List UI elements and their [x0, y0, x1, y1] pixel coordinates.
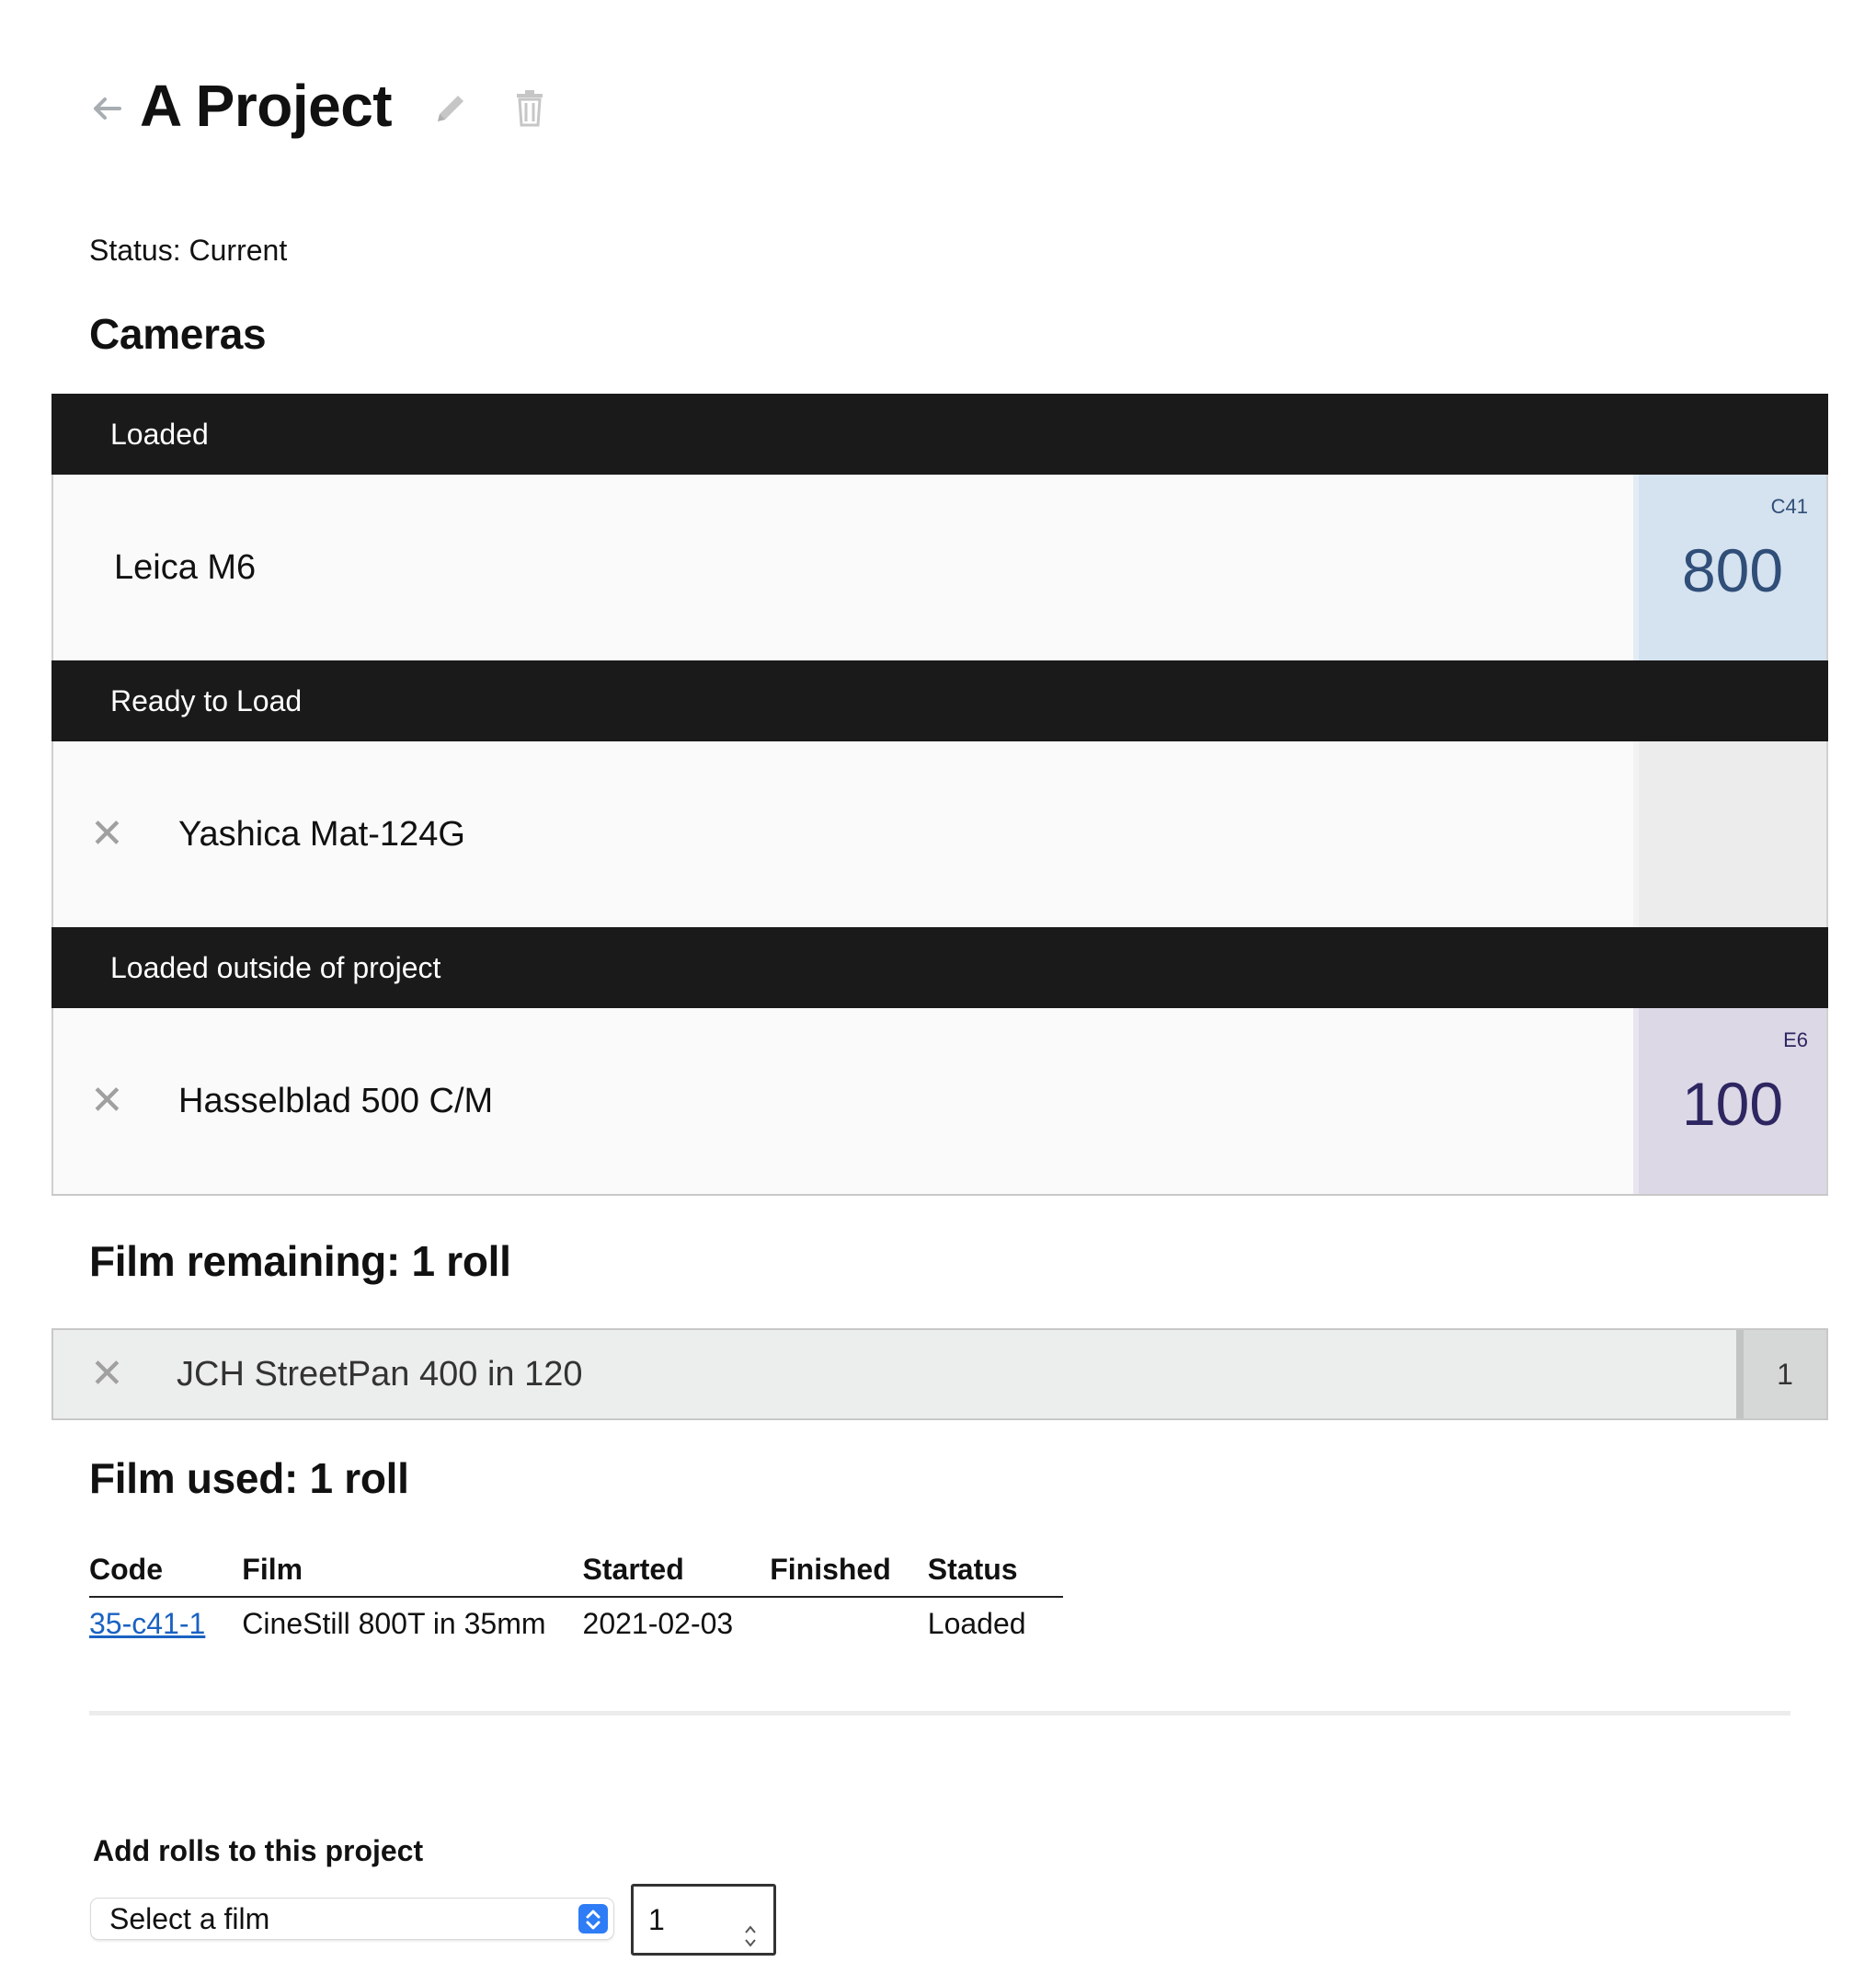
cameras-heading: Cameras — [89, 310, 267, 358]
remove-camera-icon[interactable]: ✕ — [90, 1008, 124, 1194]
camera-name: Hasselblad 500 C/M — [178, 1082, 494, 1120]
column-header-film: Film — [242, 1547, 583, 1598]
section-divider — [89, 1711, 1790, 1715]
remove-film-icon[interactable]: ✕ — [90, 1330, 124, 1418]
add-rolls-label: Add rolls to this project — [93, 1834, 424, 1867]
film-used-table: Code Film Started Finished Status 35-c41… — [89, 1547, 1063, 1641]
film-remaining-heading: Film remaining: 1 roll — [89, 1237, 511, 1285]
film-count-badge: 1 — [1736, 1330, 1826, 1418]
column-header-status: Status — [927, 1547, 1063, 1598]
select-chevron-icon — [578, 1904, 608, 1933]
cell-finished — [770, 1597, 928, 1641]
group-header-loaded: Loaded — [51, 394, 1828, 475]
camera-row-yashica[interactable]: ✕ Yashica Mat-124G — [51, 741, 1828, 927]
roll-code-link[interactable]: 35-c41-1 — [89, 1607, 205, 1640]
empty-film-slot — [1633, 741, 1826, 927]
quantity-stepper[interactable]: 1 — [631, 1884, 776, 1956]
quantity-value: 1 — [648, 1903, 665, 1936]
camera-row-leica-m6[interactable]: Leica M6 C41 800 — [51, 475, 1828, 660]
column-header-finished: Finished — [770, 1547, 928, 1598]
column-header-code: Code — [89, 1547, 243, 1598]
group-header-ready-to-load: Ready to Load — [51, 660, 1828, 741]
camera-name: Yashica Mat-124G — [178, 815, 465, 854]
loaded-film-badge: E6 100 — [1633, 1008, 1826, 1194]
project-status: Status: Current — [89, 234, 288, 267]
film-used-heading: Film used: 1 roll — [89, 1454, 409, 1502]
remove-camera-icon[interactable]: ✕ — [90, 741, 124, 927]
cell-started: 2021-02-03 — [582, 1607, 734, 1640]
film-process-label: C41 — [1770, 495, 1808, 518]
film-iso-value: 100 — [1681, 1070, 1784, 1138]
pencil-icon[interactable] — [430, 88, 471, 129]
cell-code: 35-c41-1 — [89, 1597, 242, 1641]
group-header-loaded-outside: Loaded outside of project — [51, 927, 1828, 1008]
cell-status: Loaded — [927, 1607, 1026, 1640]
table-row: 35-c41-1 CineStill 800T in 35mm 2021-02-… — [89, 1597, 1063, 1641]
cell-film: CineStill 800T in 35mm — [242, 1607, 546, 1640]
camera-list-bottom-border — [51, 1194, 1828, 1196]
film-select-value: Select a film — [109, 1902, 270, 1935]
film-remaining-row[interactable]: ✕ JCH StreetPan 400 in 120 1 — [51, 1328, 1828, 1420]
column-header-started: Started — [582, 1547, 771, 1598]
back-arrow-icon[interactable] — [88, 90, 125, 127]
film-iso-value: 800 — [1681, 536, 1784, 604]
camera-row-hasselblad[interactable]: ✕ Hasselblad 500 C/M E6 100 — [51, 1008, 1828, 1194]
loaded-film-badge: C41 800 — [1633, 475, 1826, 660]
film-select-dropdown[interactable]: Select a film — [91, 1899, 613, 1939]
page-title: A Project — [140, 73, 393, 139]
table-header-row: Code Film Started Finished Status — [89, 1547, 1063, 1598]
camera-name: Leica M6 — [114, 548, 257, 587]
stepper-arrows-icon[interactable] — [742, 1907, 759, 1947]
film-process-label: E6 — [1783, 1028, 1808, 1051]
film-name: JCH StreetPan 400 in 120 — [177, 1355, 583, 1394]
trash-icon[interactable] — [511, 88, 548, 129]
